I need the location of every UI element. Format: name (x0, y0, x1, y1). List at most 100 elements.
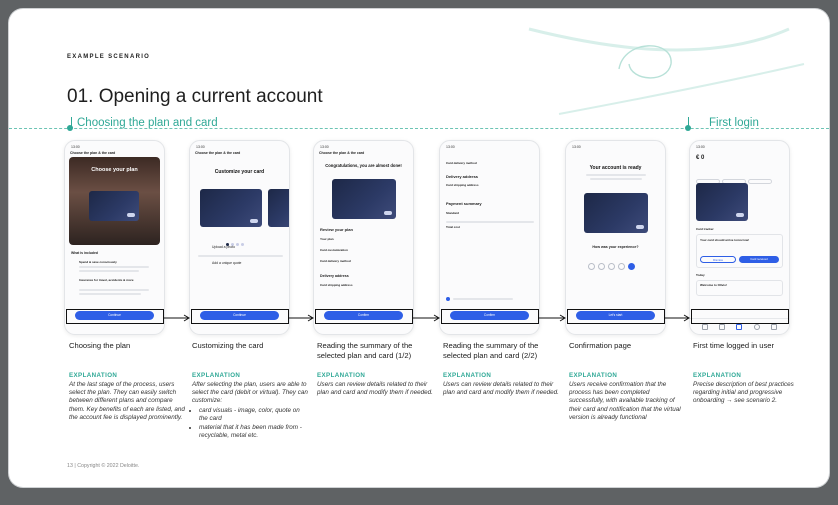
summary-row: Card customization (320, 248, 348, 252)
phone-screen-customize-card: 13:00 Choose the plan & the card Customi… (189, 140, 290, 335)
screen-caption: First time logged in user (693, 341, 775, 350)
hero-title: Choose your plan (91, 167, 138, 173)
payment-heading: Payment summary (446, 201, 482, 206)
timeline-dot (685, 125, 691, 131)
status-time: 13:00 (196, 145, 205, 149)
card-image (89, 191, 139, 221)
highlight-box (315, 309, 413, 324)
arrow-right-icon (289, 314, 314, 322)
plan-hero-image: Choose your plan (69, 157, 160, 245)
screen-header: Choose the plan & the card (195, 151, 241, 155)
explanation-text: Users receive confirmation that the proc… (569, 381, 681, 421)
congrats-title: Congratulations, you are almost done! (325, 163, 402, 168)
timeline-line (9, 128, 829, 129)
explanation-text: Users can review details related to thei… (443, 381, 559, 397)
phone-screen-confirmation: 13:00 Your account is ready How was your… (565, 140, 666, 335)
insights-icon[interactable] (753, 323, 760, 330)
card-preview (696, 183, 748, 221)
terms-checkbox[interactable] (446, 297, 450, 301)
status-time: 13:00 (572, 145, 581, 149)
arrow-right-icon (539, 314, 566, 322)
summary-row: Card shipping address (446, 183, 479, 187)
quick-actions (696, 171, 783, 184)
summary-row: Total cost (446, 225, 460, 229)
footer-copyright: 13 | Copyright © 2022 Deloitte. (67, 463, 140, 469)
card-preview (584, 193, 648, 233)
explanation-bullet: material that it has been made from - re… (199, 424, 308, 440)
explanation-heading: EXPLANATION (317, 372, 366, 379)
screen-caption: Choosing the plan (69, 341, 131, 350)
payments-icon[interactable] (736, 323, 743, 330)
welcome-message: Welcome to Olivio! (700, 283, 727, 287)
card-preview (332, 179, 396, 219)
highlight-box (66, 309, 164, 324)
welcome-panel: Welcome to Olivio! (696, 280, 783, 296)
summary-row: Card shipping address (320, 283, 353, 287)
explanation-heading: EXPLANATION (69, 372, 118, 379)
summary-row: Card delivery method (446, 161, 477, 165)
explanation-heading: EXPLANATION (693, 372, 742, 379)
card-tracker-panel: Your card should arrive tomorrow! Dismis… (696, 234, 783, 268)
experience-question: How was your experience? (592, 245, 639, 249)
review-heading: Review your plan (320, 227, 353, 232)
explanation-text: After selecting the plan, users are able… (192, 381, 308, 405)
add-quote-option[interactable]: Add a unique quote (212, 261, 241, 265)
balance: € 0 (696, 155, 705, 161)
screen-header: Choose the plan & the card (70, 151, 116, 155)
arrow-right-icon (665, 314, 690, 322)
screen-header: Choose the plan & the card (319, 151, 365, 155)
slide: EXAMPLE SCENARIO 01. Opening a current a… (9, 9, 829, 487)
status-time: 13:00 (71, 145, 80, 149)
explanation-bullets: card visuals - image, color, quote on th… (199, 407, 308, 441)
phone-screen-choose-plan: 13:00 Choose the plan & the card Choose … (64, 140, 165, 335)
highlight-box (691, 309, 789, 324)
arrow-right-icon (413, 314, 440, 322)
summary-row: Your plan (320, 237, 334, 241)
status-time: 13:00 (696, 145, 705, 149)
home-icon[interactable] (701, 323, 708, 330)
menu-icon[interactable] (771, 323, 778, 330)
card-tracker-heading: Card tracker (696, 227, 714, 231)
ready-title: Your account is ready (589, 165, 642, 171)
page-title: 01. Opening a current account (67, 86, 323, 107)
status-time: 13:00 (446, 145, 455, 149)
benefit-item: Spend & save consciously (79, 260, 117, 264)
summary-row: Standard (446, 211, 460, 215)
explanation-text: At the last stage of the process, users … (69, 381, 185, 421)
phone-screen-summary-2: 13:00 Card delivery method Delivery addr… (439, 140, 540, 335)
screen-caption: Customizing the card (192, 341, 264, 350)
dismiss-button[interactable]: Dismiss (700, 256, 736, 263)
card-preview-next (268, 189, 289, 227)
benefit-item: Insurance for travel, accidents & more (79, 278, 134, 282)
screen-caption: Reading the summary of the selected plan… (443, 341, 539, 360)
card-received-button[interactable]: Card received (739, 256, 779, 263)
tracker-message: Your card should arrive tomorrow! (700, 238, 750, 242)
highlight-box (567, 309, 665, 324)
customize-title: Customize your card (214, 169, 265, 175)
screen-caption: Reading the summary of the selected plan… (317, 341, 413, 360)
highlight-box (441, 309, 539, 324)
screen-caption: Confirmation page (569, 341, 632, 350)
explanation-text: Precise description of best practices re… (693, 381, 794, 405)
upload-photo-option[interactable]: Upload a photo (212, 245, 235, 249)
delivery-heading: Delivery address (446, 174, 479, 179)
card-preview (200, 189, 262, 227)
today-heading: Today (696, 273, 705, 277)
timeline-dot (67, 125, 73, 131)
explanation-heading: EXPLANATION (443, 372, 492, 379)
delivery-heading: Delivery address (320, 274, 349, 278)
included-heading: What is included (71, 251, 98, 255)
explanation-text: Users can review details related to thei… (317, 381, 433, 397)
highlight-box (191, 309, 289, 324)
explanation-heading: EXPLANATION (569, 372, 618, 379)
phone-screen-first-login: 13:00 € 0 Card tracker Your card should … (689, 140, 790, 335)
decorative-swirl (528, 27, 805, 115)
explanation-block: After selecting the plan, users are able… (192, 381, 308, 441)
status-time: 13:00 (320, 145, 329, 149)
explanation-bullet: card visuals - image, color, quote on th… (199, 407, 308, 423)
rating-selector[interactable] (588, 257, 635, 275)
cards-icon[interactable] (719, 323, 726, 330)
scenario-label: EXAMPLE SCENARIO (67, 54, 151, 60)
phone-screen-summary-1: 13:00 Choose the plan & the card Congrat… (313, 140, 414, 335)
explanation-heading: EXPLANATION (192, 372, 241, 379)
